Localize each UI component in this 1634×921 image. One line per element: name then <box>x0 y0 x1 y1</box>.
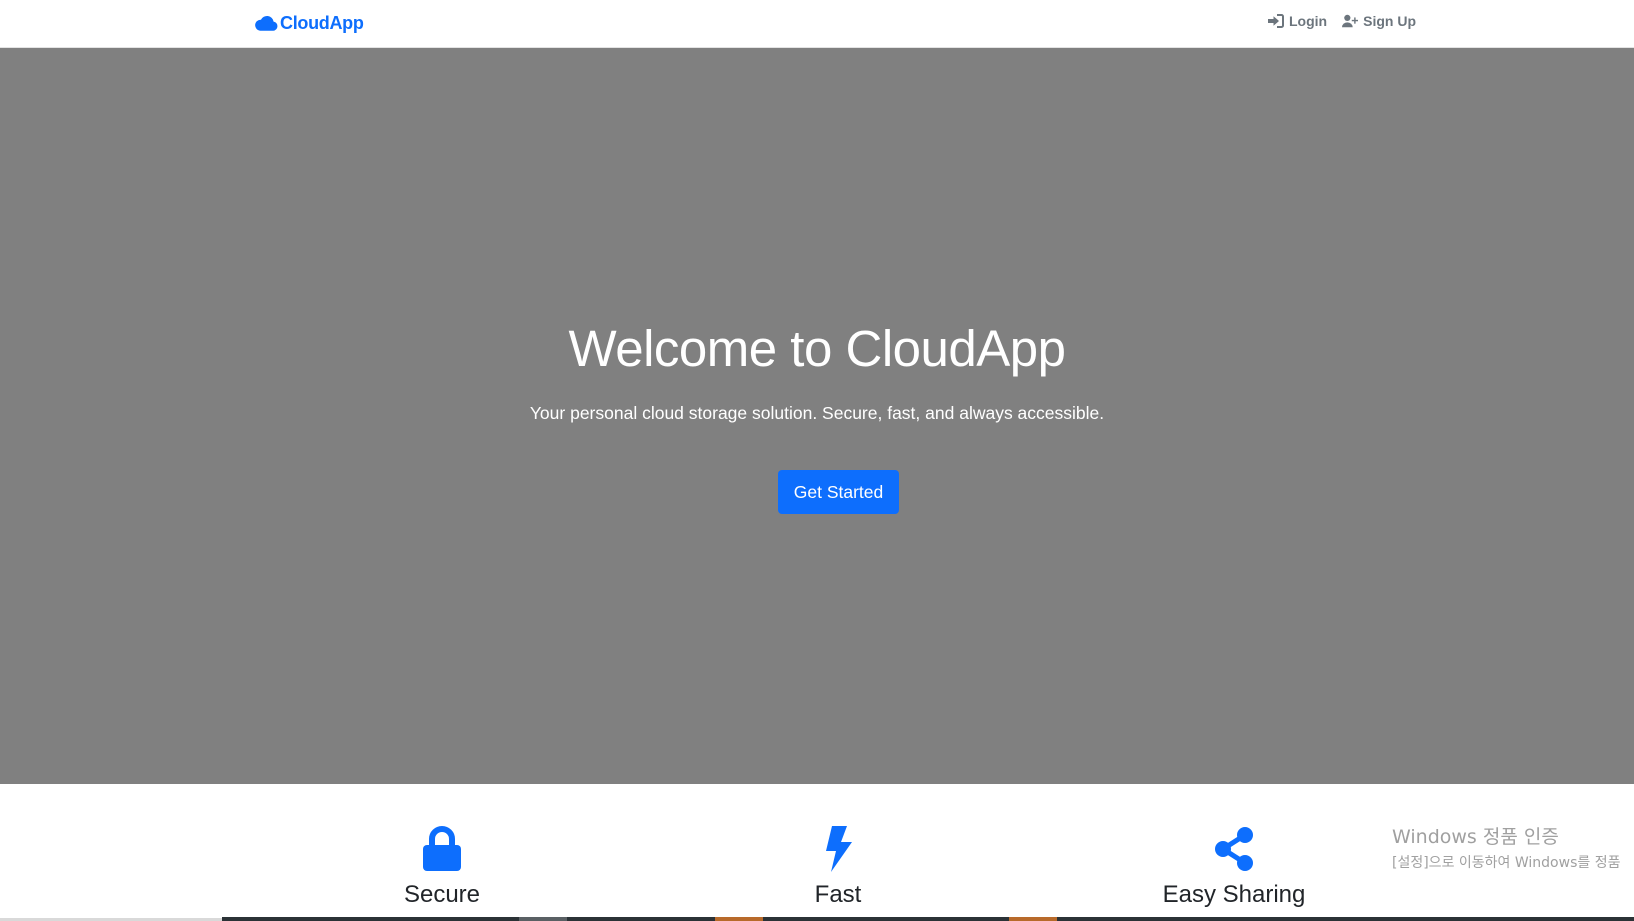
share-icon <box>1215 827 1253 871</box>
feature-secure: Secure <box>292 826 592 909</box>
hero-section: Welcome to CloudApp Your personal cloud … <box>0 48 1634 784</box>
feature-fast: Fast <box>688 826 988 909</box>
nav-links: Login Sign Up <box>1268 13 1416 29</box>
feature-title: Easy Sharing <box>1162 881 1306 908</box>
navbar: CloudApp Login Sign Up <box>0 0 1634 48</box>
signup-label: Sign Up <box>1363 13 1416 29</box>
cloud-icon <box>255 15 278 31</box>
login-label: Login <box>1289 13 1328 29</box>
taskbar-item[interactable] <box>519 917 567 921</box>
watermark-subtitle: [설정]으로 이동하여 Windows를 정품 <box>1392 855 1621 871</box>
get-started-button[interactable]: Get Started <box>778 470 899 514</box>
hero-title: Welcome to CloudApp <box>568 320 1067 377</box>
sign-in-icon <box>1268 14 1284 28</box>
lock-icon <box>423 826 461 871</box>
feature-title: Fast <box>814 881 862 908</box>
signup-link[interactable]: Sign Up <box>1342 13 1416 29</box>
taskbar-item[interactable] <box>715 917 763 921</box>
feature-title: Secure <box>403 881 481 908</box>
hero-subtitle: Your personal cloud storage solution. Se… <box>529 403 1105 423</box>
windows-activation-watermark: Windows 정품 인증 [설정]으로 이동하여 Windows를 정품 <box>1392 822 1620 872</box>
bolt-icon <box>826 826 852 872</box>
brand-name: CloudApp <box>280 12 364 33</box>
taskbar-strip <box>222 917 1634 921</box>
login-link[interactable]: Login <box>1268 13 1327 29</box>
brand-link[interactable]: CloudApp <box>255 11 364 35</box>
user-plus-icon <box>1342 14 1359 28</box>
taskbar-item[interactable] <box>1009 917 1057 921</box>
feature-easy-sharing: Easy Sharing <box>1084 826 1384 909</box>
watermark-title: Windows 정품 인증 <box>1392 826 1559 848</box>
